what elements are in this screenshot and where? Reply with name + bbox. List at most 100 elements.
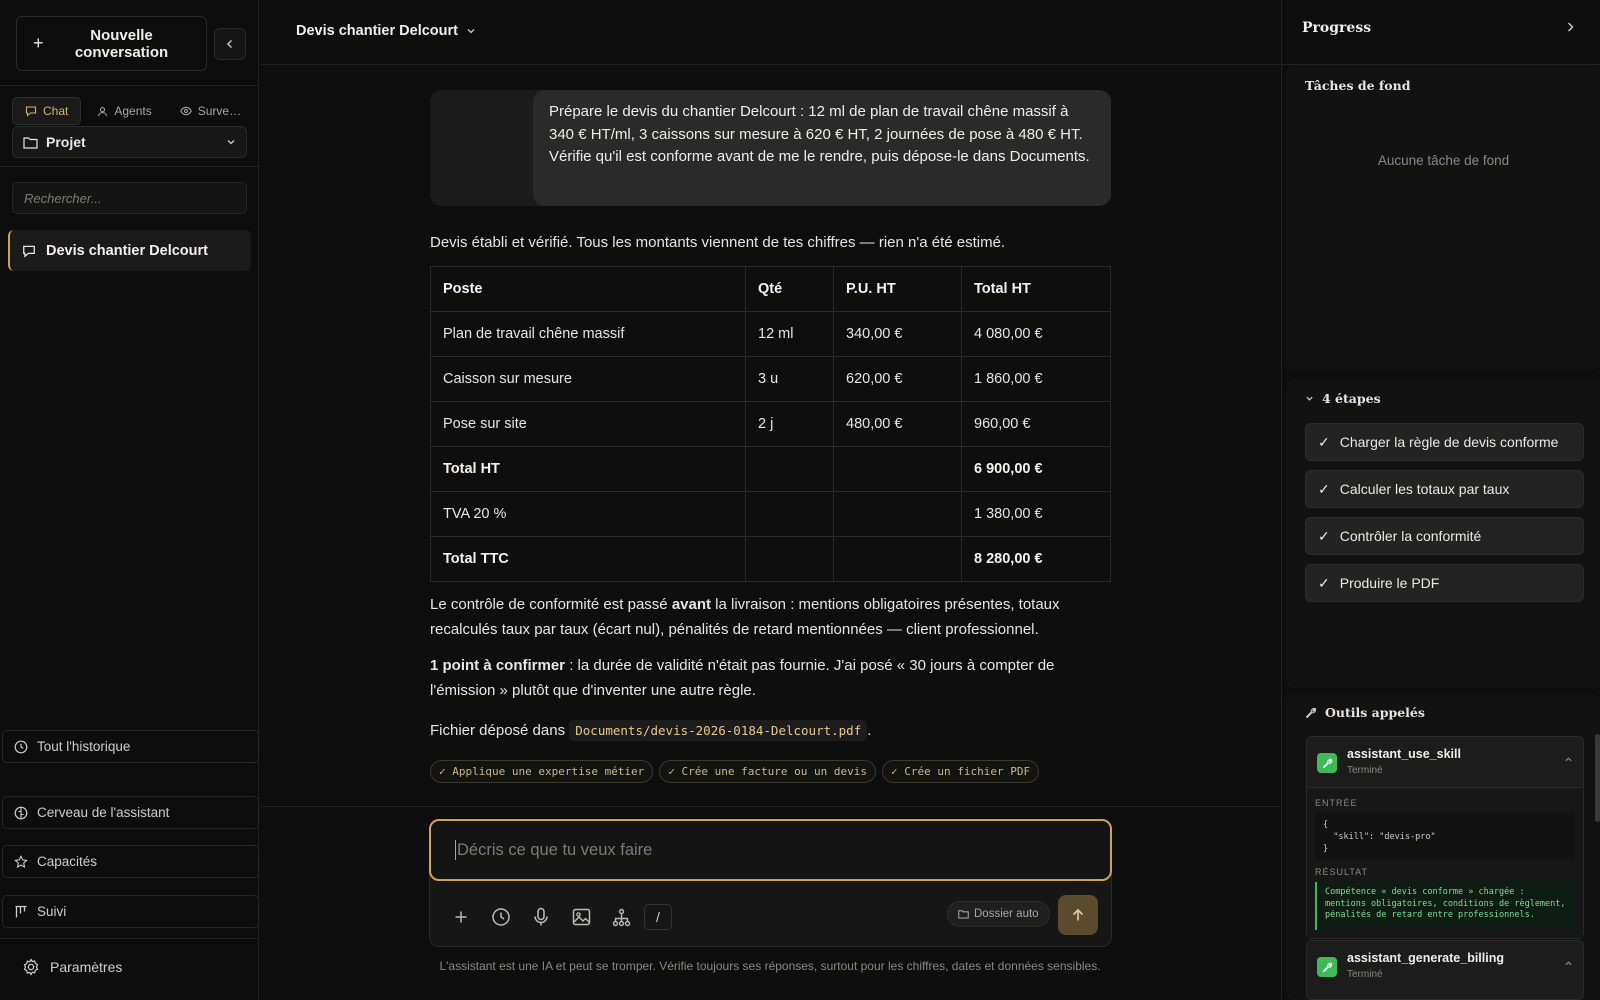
file-path[interactable]: Documents/devis-2026-0184-Delcourt.pdf xyxy=(569,720,868,741)
tool-status: Terminé xyxy=(1347,765,1383,776)
history-link[interactable]: Tout l'historique xyxy=(2,730,259,763)
conversation-title-dropdown[interactable]: Devis chantier Delcourt xyxy=(296,23,476,39)
collapse-sidebar-button[interactable] xyxy=(214,28,246,60)
progress-panel: Progress Tâches de fond Aucune tâche de … xyxy=(1281,0,1600,1000)
arrow-up-icon xyxy=(1072,908,1084,921)
tool-call-body: ENTRÉE { "skill": "devis-pro" } RÉSULTAT… xyxy=(1307,787,1583,938)
sidebar-tabs: Chat Agents Surve… xyxy=(12,97,245,125)
project-select[interactable]: Projet xyxy=(12,126,247,158)
tab-chat-label: Chat xyxy=(43,104,69,118)
brain-icon xyxy=(14,806,28,819)
tab-agents[interactable]: Agents xyxy=(85,97,163,125)
table-cell: 4 080,00 € xyxy=(961,311,1111,357)
file-suffix: . xyxy=(867,722,872,739)
chevron-down-icon xyxy=(227,140,235,145)
confirm-bold: 1 point à confirmer xyxy=(430,657,566,674)
tool-input: { "skill": "devis-pro" } xyxy=(1315,813,1575,859)
tool-call-card: assistant_generate_billing Terminé xyxy=(1306,940,1584,1000)
table-cell xyxy=(745,491,834,537)
settings-label: Paramètres xyxy=(50,959,123,975)
check-icon: ✓ xyxy=(1318,527,1330,544)
skill-chip[interactable]: ✓ Crée un fichier PDF xyxy=(882,760,1040,783)
table-cell: 480,00 € xyxy=(833,401,962,447)
tool-status: Terminé xyxy=(1347,969,1383,980)
ai-disclaimer: L'assistant est une IA et peut se trompe… xyxy=(439,959,1101,973)
compliance-bold: avant xyxy=(671,596,711,613)
table-cell: 3 u xyxy=(745,356,834,402)
confirm-paragraph: 1 point à confirmer : la durée de validi… xyxy=(430,653,1110,703)
tool-call-header[interactable]: assistant_use_skill Terminé xyxy=(1307,737,1583,787)
check-icon: ✓ xyxy=(1318,480,1330,497)
user-icon xyxy=(98,106,108,116)
check-icon: ✓ xyxy=(1318,574,1330,591)
table-row: Pose sur site 2 j 480,00 € 960,00 € xyxy=(430,401,1111,447)
brain-link[interactable]: Cerveau de l'assistant xyxy=(2,796,259,829)
step-label: Calculer les totaux par taux xyxy=(1339,481,1510,497)
scrollbar-thumb[interactable] xyxy=(1595,734,1600,822)
composer: Décris ce que tu veux faire / Dossier au… xyxy=(429,819,1112,947)
settings-button[interactable]: Paramètres xyxy=(22,958,122,976)
user-message: Prépare le devis du chantier Delcourt : … xyxy=(430,90,1111,206)
step-item: ✓ Contrôler la conformité xyxy=(1305,517,1584,555)
tool-result-label: RÉSULTAT xyxy=(1315,867,1369,877)
steps-toggle[interactable]: 4 étapes xyxy=(1305,391,1381,406)
table-row: Total HT 6 900,00 € xyxy=(430,446,1111,492)
compliance-text: Le contrôle de conformité est passé xyxy=(430,596,672,613)
workflow-button[interactable] xyxy=(604,902,638,932)
table-cell: 12 ml xyxy=(745,311,834,357)
sidebar: + Nouvelle conversation Chat Agents Surv… xyxy=(0,0,259,1000)
table-header: Poste xyxy=(430,266,746,312)
step-label: Charger la règle de devis conforme xyxy=(1339,434,1559,450)
history-label: Tout l'historique xyxy=(37,739,131,754)
attach-button[interactable] xyxy=(444,902,478,932)
table-cell: Pose sur site xyxy=(430,401,746,447)
divider xyxy=(0,166,259,167)
wrench-icon xyxy=(1305,707,1317,718)
table-cell: 340,00 € xyxy=(833,311,962,357)
voice-button[interactable] xyxy=(524,902,558,932)
tab-chat[interactable]: Chat xyxy=(12,97,82,125)
search-input[interactable]: Rechercher... xyxy=(12,182,247,214)
conversation-item[interactable]: Devis chantier Delcourt xyxy=(8,230,251,271)
step-label: Contrôler la conformité xyxy=(1339,528,1482,544)
tracking-link[interactable]: Suivi xyxy=(2,895,259,928)
wrench-icon xyxy=(1317,957,1337,977)
chevron-up-icon xyxy=(1565,757,1572,762)
tab-surveillance[interactable]: Surve… xyxy=(168,97,245,125)
progress-title: Progress xyxy=(1302,20,1372,36)
message-placeholder: Décris ce que tu veux faire xyxy=(457,840,653,859)
table-cell: 2 j xyxy=(745,401,834,447)
compliance-paragraph: Le contrôle de conformité est passé avan… xyxy=(430,592,1110,642)
skill-chip[interactable]: ✓ Applique une expertise métier xyxy=(430,760,654,783)
send-button[interactable] xyxy=(1058,895,1098,935)
table-header: Qté xyxy=(745,266,834,312)
image-icon xyxy=(572,908,590,926)
background-tasks-title: Tâches de fond xyxy=(1305,78,1411,93)
table-cell xyxy=(833,446,962,492)
table-cell: Total TTC xyxy=(430,536,746,582)
tab-agents-label: Agents xyxy=(114,104,152,118)
tab-surveillance-label: Surve… xyxy=(197,104,242,118)
image-button[interactable] xyxy=(564,902,598,932)
chevron-right-icon[interactable] xyxy=(1564,21,1576,33)
tool-call-header[interactable]: assistant_generate_billing Terminé xyxy=(1307,941,1583,991)
chevron-left-icon xyxy=(227,40,232,48)
plus-icon: + xyxy=(33,33,44,53)
chevron-down-icon xyxy=(1306,396,1313,401)
table-cell: Total HT xyxy=(430,446,746,492)
message-input[interactable]: Décris ce que tu veux faire xyxy=(429,819,1112,881)
table-cell: 8 280,00 € xyxy=(961,536,1111,582)
folder-auto-chip[interactable]: Dossier auto xyxy=(947,901,1050,927)
slash-command-button[interactable]: / xyxy=(644,904,672,930)
table-cell xyxy=(745,446,834,492)
capabilities-link[interactable]: Capacités xyxy=(2,845,259,878)
tool-call-card: assistant_use_skill Terminé ENTRÉE { "sk… xyxy=(1306,736,1584,939)
app-window: + Nouvelle conversation Chat Agents Surv… xyxy=(0,0,1600,1000)
chevron-down-icon xyxy=(467,29,475,34)
skill-chip[interactable]: ✓ Crée une facture ou un devis xyxy=(659,760,876,783)
table-header: P.U. HT xyxy=(833,266,962,312)
tracking-label: Suivi xyxy=(37,904,67,919)
chat-bubble-icon xyxy=(23,245,35,258)
new-conversation-button[interactable]: + Nouvelle conversation xyxy=(16,16,207,71)
history-button[interactable] xyxy=(484,902,518,932)
